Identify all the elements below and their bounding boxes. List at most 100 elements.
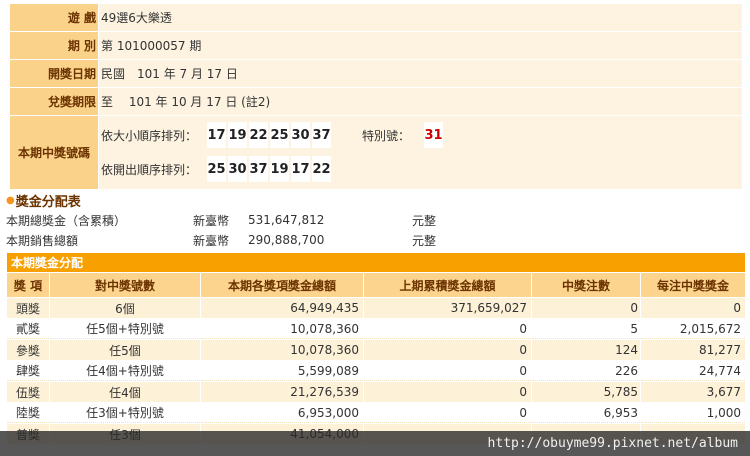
sorted-numbers-line: 依大小順序排列： 17 19 22 25 30 37 特別號： 31	[101, 122, 445, 148]
number-ball: 37	[249, 156, 268, 182]
table-cell: 任5個	[50, 340, 200, 360]
redeem-row: 兌獎期限 至 101 年 10 月 17 日 (註2)	[10, 88, 742, 115]
number-ball: 22	[249, 122, 268, 148]
number-ball: 17	[207, 122, 226, 148]
watermark-url: http://obuyme99.pixnet.net/album	[487, 436, 738, 451]
watermark-bar: http://obuyme99.pixnet.net/album	[0, 431, 750, 456]
table-cell: 0	[364, 361, 531, 381]
special-number-label: 特別號：	[362, 128, 411, 143]
bullet-icon: ●	[6, 194, 15, 206]
game-label: 遊 戲	[10, 4, 98, 31]
sorted-numbers-label: 依大小順序排列：	[101, 128, 198, 143]
table-cell: 81,277	[641, 340, 745, 360]
column-header: 上期累積獎金總額	[364, 273, 531, 297]
table-cell: 陸獎	[7, 403, 49, 423]
table-cell: 任3個+特別號	[50, 403, 200, 423]
summary-title: 獎金分配表	[15, 194, 81, 210]
table-cell: 0	[641, 298, 745, 318]
table-cell: 0	[364, 403, 531, 423]
prize-summary: ● 獎金分配表 本期總獎金（含累積） 新臺幣 531,647,812 元整 本期…	[0, 190, 750, 250]
table-cell: 6,953,000	[201, 403, 363, 423]
table-cell: 任4個+特別號	[50, 361, 200, 381]
period-row: 期 別 第 101000057 期	[10, 32, 742, 59]
table-cell: 124	[532, 340, 640, 360]
prize-table-title: 本期獎金分配	[7, 253, 745, 272]
summary-amount: 290,888,700	[248, 233, 325, 247]
number-ball: 25	[207, 156, 226, 182]
table-cell: 0	[364, 340, 531, 360]
table-header-row: 獎 項 對中獎號數 本期各獎項獎金總額 上期累積獎金總額 中獎注數 每注中獎獎金	[7, 273, 745, 297]
draw-date-value: 民國 101 年 7 月 17 日	[99, 60, 742, 87]
table-cell: 24,774	[641, 361, 745, 381]
table-cell: 0	[364, 382, 531, 402]
game-value: 49選6大樂透	[99, 4, 742, 31]
game-row: 遊 戲 49選6大樂透	[10, 4, 742, 31]
table-cell: 0	[532, 298, 640, 318]
column-header: 每注中獎獎金	[641, 273, 745, 297]
table-row: 陸獎 任3個+特別號 6,953,000 0 6,953 1,000	[7, 403, 745, 423]
number-ball: 37	[312, 122, 331, 148]
table-cell: 任5個+特別號	[50, 319, 200, 339]
table-row: 肆獎 任4個+特別號 5,599,089 0 226 24,774	[7, 361, 745, 381]
table-cell: 371,659,027	[364, 298, 531, 318]
table-cell: 頭獎	[7, 298, 49, 318]
summary-currency: 新臺幣	[193, 213, 230, 228]
draw-info-table: 遊 戲 49選6大樂透 期 別 第 101000057 期 開獎日期 民國 10…	[10, 4, 742, 190]
table-cell: 6個	[50, 298, 200, 318]
table-cell: 參獎	[7, 340, 49, 360]
drawn-order-label: 依開出順序排列：	[101, 162, 198, 177]
summary-currency: 新臺幣	[193, 233, 230, 248]
column-header: 中獎注數	[532, 273, 640, 297]
summary-unit: 元整	[412, 233, 437, 248]
table-cell: 貳獎	[7, 319, 49, 339]
table-cell: 伍獎	[7, 382, 49, 402]
number-ball: 30	[228, 156, 247, 182]
column-header: 對中獎號數	[50, 273, 200, 297]
number-ball: 22	[312, 156, 331, 182]
table-cell: 1,000	[641, 403, 745, 423]
table-cell: 64,949,435	[201, 298, 363, 318]
table-cell: 10,078,360	[201, 340, 363, 360]
table-row: 貳獎 任5個+特別號 10,078,360 0 5 2,015,672	[7, 319, 745, 339]
table-cell: 0	[364, 319, 531, 339]
table-row: 伍獎 任4個 21,276,539 0 5,785 3,677	[7, 382, 745, 402]
summary-title-row: ● 獎金分配表	[0, 190, 750, 210]
table-cell: 2,015,672	[641, 319, 745, 339]
drawn-order-line: 依開出順序排列： 25 30 37 19 17 22	[101, 156, 333, 182]
summary-row: 本期總獎金（含累積） 新臺幣 531,647,812 元整	[0, 210, 750, 230]
table-cell: 21,276,539	[201, 382, 363, 402]
column-header: 本期各獎項獎金總額	[201, 273, 363, 297]
draw-date-row: 開獎日期 民國 101 年 7 月 17 日	[10, 60, 742, 87]
draw-date-label: 開獎日期	[10, 60, 98, 87]
summary-item-name: 本期銷售總額	[6, 233, 79, 248]
summary-unit: 元整	[412, 213, 437, 228]
special-number-ball: 31	[424, 122, 443, 148]
table-cell: 5	[532, 319, 640, 339]
winning-numbers-area: 依大小順序排列： 17 19 22 25 30 37 特別號： 31 依開出順序…	[99, 116, 742, 189]
column-header: 獎 項	[7, 273, 49, 297]
number-ball: 19	[270, 156, 289, 182]
redeem-value: 至 101 年 10 月 17 日 (註2)	[99, 88, 742, 115]
period-value: 第 101000057 期	[99, 32, 742, 59]
table-cell: 226	[532, 361, 640, 381]
table-cell: 5,599,089	[201, 361, 363, 381]
period-label: 期 別	[10, 32, 98, 59]
winning-numbers-label: 本期中獎號碼	[10, 116, 98, 189]
number-ball: 30	[291, 122, 310, 148]
winning-numbers-row: 本期中獎號碼 依大小順序排列： 17 19 22 25 30 37 特別號： 3…	[10, 116, 742, 189]
table-row: 參獎 任5個 10,078,360 0 124 81,277	[7, 340, 745, 360]
summary-amount: 531,647,812	[248, 213, 325, 227]
table-cell: 6,953	[532, 403, 640, 423]
table-cell: 任4個	[50, 382, 200, 402]
prize-distribution-table: 本期獎金分配 獎 項 對中獎號數 本期各獎項獎金總額 上期累積獎金總額 中獎注數…	[7, 253, 745, 444]
table-cell: 10,078,360	[201, 319, 363, 339]
table-cell: 3,677	[641, 382, 745, 402]
summary-row: 本期銷售總額 新臺幣 290,888,700 元整	[0, 230, 750, 250]
number-ball: 17	[291, 156, 310, 182]
summary-item-name: 本期總獎金（含累積）	[6, 213, 127, 228]
table-row: 頭獎 6個 64,949,435 371,659,027 0 0	[7, 298, 745, 318]
table-cell: 5,785	[532, 382, 640, 402]
table-cell: 肆獎	[7, 361, 49, 381]
redeem-label: 兌獎期限	[10, 88, 98, 115]
number-ball: 19	[228, 122, 247, 148]
